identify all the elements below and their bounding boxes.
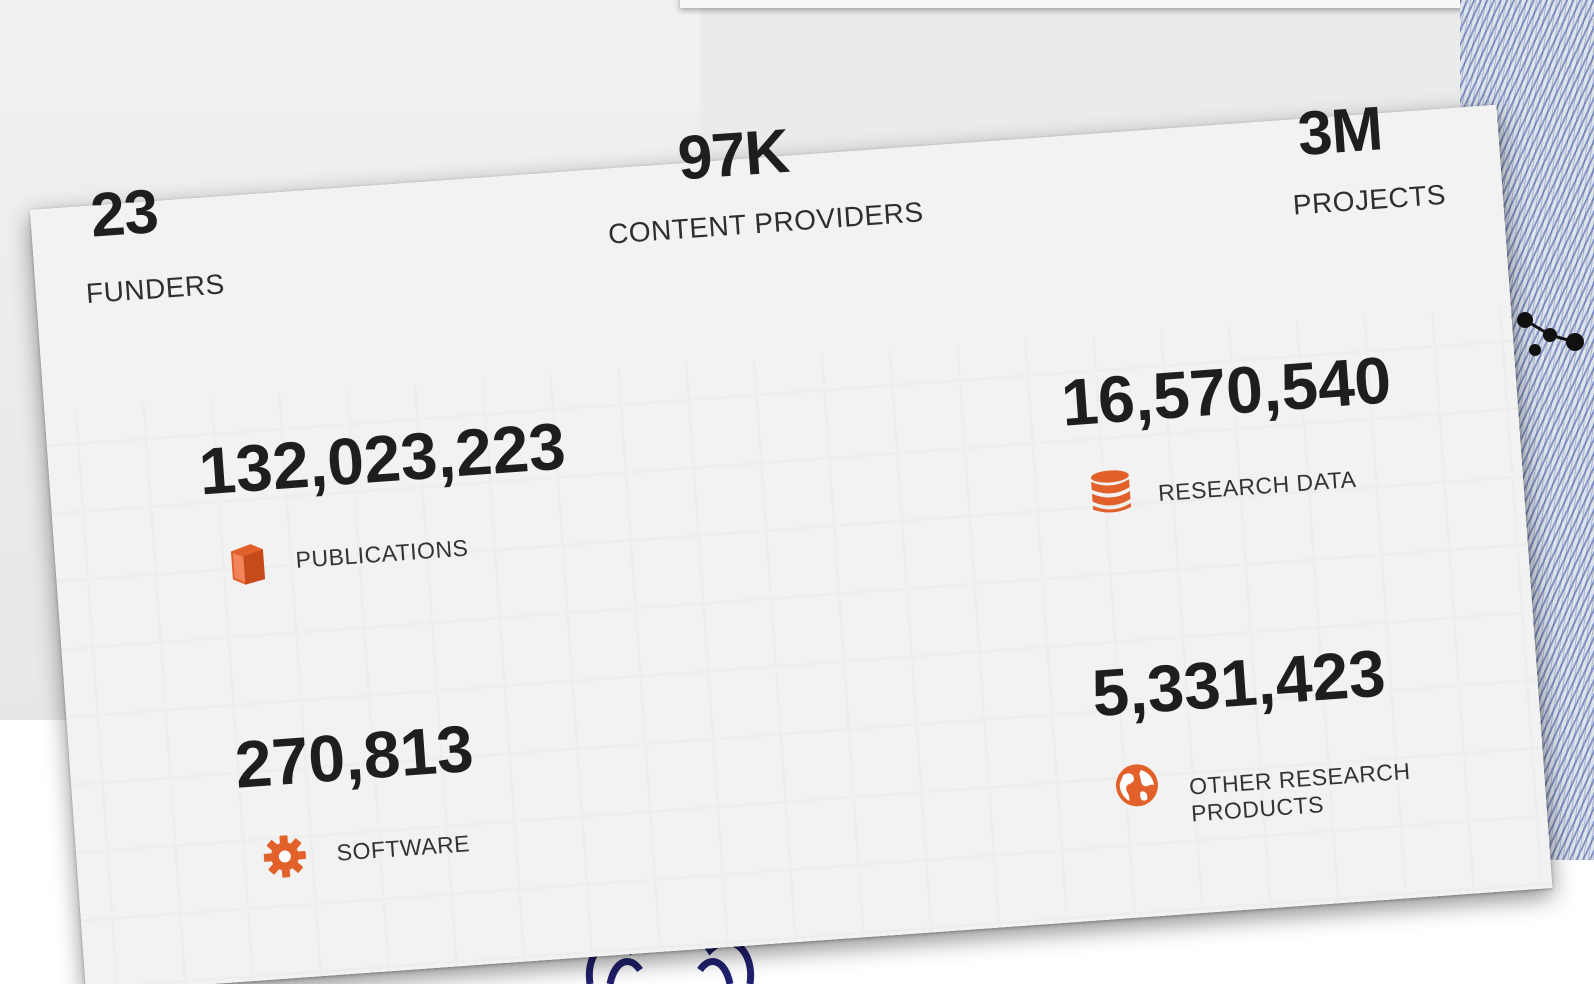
content-providers-count: 97K <box>675 116 791 194</box>
software-label: SOFTWARE <box>335 830 471 866</box>
other-research-products-count: 5,331,423 <box>1089 635 1388 731</box>
research-data-label: RESEARCH DATA <box>1157 465 1358 507</box>
projects-count: 3M <box>1295 94 1385 170</box>
funders-count: 23 <box>88 176 160 251</box>
publications-count: 132,023,223 <box>196 408 568 509</box>
screenshot-scene: 23 FUNDERS 97K CONTENT PROVIDERS 3M PROJ… <box>0 0 1594 984</box>
globe-icon <box>1112 761 1161 810</box>
stats-card: 23 FUNDERS 97K CONTENT PROVIDERS 3M PROJ… <box>30 94 1553 984</box>
funders-label: FUNDERS <box>85 268 226 310</box>
book-icon <box>224 539 273 588</box>
other-research-products-label: OTHER RESEARCH PRODUCTS <box>1188 757 1412 827</box>
network-dots-graphic <box>1517 312 1584 356</box>
publications-label: PUBLICATIONS <box>294 534 470 573</box>
research-data-count: 16,570,540 <box>1058 342 1394 440</box>
background-top-panel <box>680 0 1580 8</box>
gear-icon <box>260 832 309 881</box>
projects-label: PROJECTS <box>1291 178 1447 221</box>
database-icon <box>1086 467 1135 516</box>
software-count: 270,813 <box>232 710 476 802</box>
content-providers-label: CONTENT PROVIDERS <box>607 196 925 250</box>
